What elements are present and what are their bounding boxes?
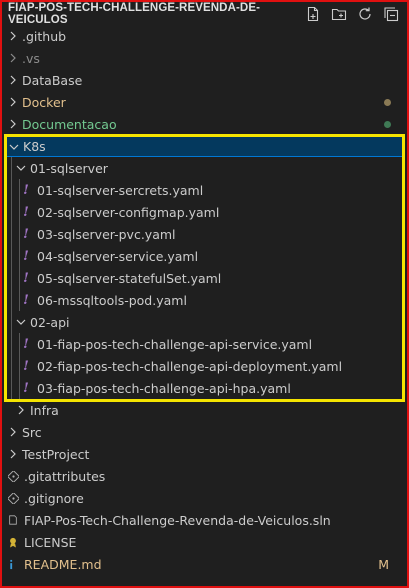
new-folder-button[interactable] <box>329 4 349 24</box>
tree-label: 01-sqlserver-sercrets.yaml <box>37 182 204 198</box>
tree-label: 01-fiap-pos-tech-challenge-api-service.y… <box>37 336 313 352</box>
tree-file-yaml[interactable]: ! 03-sqlserver-pvc.yaml <box>2 223 407 245</box>
explorer-header: FIAP-POS-TECH-CHALLENGE-REVENDA-DE-VEICU… <box>8 0 403 28</box>
tree-label: Src <box>22 424 42 440</box>
tree-label: LICENSE <box>24 534 77 550</box>
chevron-right-icon <box>8 31 18 41</box>
yaml-file-icon: ! <box>23 248 29 264</box>
info-file-icon <box>6 559 20 570</box>
tree-folder-documentacao[interactable]: Documentacao <box>2 113 407 135</box>
tree-file-yaml[interactable]: ! 06-mssqltools-pod.yaml <box>2 289 407 311</box>
tree-file-gitattributes[interactable]: .gitattributes <box>2 465 407 487</box>
yaml-file-icon: ! <box>23 358 29 374</box>
tree-label: 02-sqlserver-configmap.yaml <box>37 204 220 220</box>
license-file-icon <box>6 536 20 549</box>
tree-label: FIAP-Pos-Tech-Challenge-Revenda-de-Veicu… <box>24 512 331 528</box>
yaml-file-icon: ! <box>23 336 29 352</box>
tree-file-yaml[interactable]: ! 03-fiap-pos-tech-challenge-api-hpa.yam… <box>2 377 407 399</box>
tree-label: README.md <box>24 556 102 572</box>
yaml-file-icon: ! <box>23 270 29 286</box>
yaml-file-icon: ! <box>23 204 29 220</box>
modified-dot <box>384 98 391 106</box>
tree-folder-sqlserver[interactable]: 01-sqlserver <box>2 157 407 179</box>
new-file-button[interactable] <box>303 4 323 24</box>
explorer-actions <box>303 4 401 24</box>
tree-label: 02-api <box>30 314 70 330</box>
yaml-file-icon: ! <box>23 226 29 242</box>
tree-label: .gitignore <box>24 490 84 506</box>
tree-file-yaml[interactable]: ! 01-sqlserver-sercrets.yaml <box>2 179 407 201</box>
tree-label: 05-sqlserver-statefulSet.yaml <box>37 270 222 286</box>
tree-label: DataBase <box>22 72 83 88</box>
chevron-right-icon <box>8 53 18 63</box>
tree-folder-docker[interactable]: Docker <box>2 91 407 113</box>
tree-folder-vs[interactable]: .vs <box>2 47 407 69</box>
tree-file-yaml[interactable]: ! 05-sqlserver-statefulSet.yaml <box>2 267 407 289</box>
yaml-file-icon: ! <box>23 380 29 396</box>
tree-label: 02-fiap-pos-tech-challenge-api-deploymen… <box>37 358 343 374</box>
tree-label: 01-sqlserver <box>30 160 108 176</box>
tree-folder-testproject[interactable]: TestProject <box>2 443 407 465</box>
chevron-right-icon <box>8 449 18 459</box>
tree-label: Docker <box>22 94 66 110</box>
solution-file-icon <box>6 514 20 526</box>
tree-label: TestProject <box>22 446 90 462</box>
chevron-down-icon <box>16 317 26 327</box>
tree-file-license[interactable]: LICENSE <box>2 531 407 553</box>
tree-folder-k8s[interactable]: K8s <box>6 136 403 157</box>
tree-label: 03-fiap-pos-tech-challenge-api-hpa.yaml <box>37 380 291 396</box>
tree-label: .gitattributes <box>24 468 106 484</box>
tree-file-yaml[interactable]: ! 01-fiap-pos-tech-challenge-api-service… <box>2 333 407 355</box>
chevron-right-icon <box>16 405 26 415</box>
tree-label: Documentacao <box>22 116 117 132</box>
tree-label: Infra <box>30 402 59 418</box>
tree-file-readme[interactable]: README.md M <box>2 553 407 575</box>
git-file-icon <box>6 492 20 504</box>
tree-label: K8s <box>23 139 46 154</box>
chevron-down-icon <box>16 163 26 173</box>
tree-file-sln[interactable]: FIAP-Pos-Tech-Challenge-Revenda-de-Veicu… <box>2 509 407 531</box>
tree-file-gitignore[interactable]: .gitignore <box>2 487 407 509</box>
explorer-title: FIAP-POS-TECH-CHALLENGE-REVENDA-DE-VEICU… <box>8 2 261 26</box>
tree-folder-github[interactable]: .github <box>2 25 407 47</box>
tree-folder-src[interactable]: Src <box>2 421 407 443</box>
tree-folder-database[interactable]: DataBase <box>2 69 407 91</box>
tree-folder-infra[interactable]: Infra <box>2 399 407 421</box>
refresh-button[interactable] <box>355 4 375 24</box>
chevron-right-icon <box>8 75 18 85</box>
tree-label: 03-sqlserver-pvc.yaml <box>37 226 176 242</box>
yaml-file-icon: ! <box>23 182 29 198</box>
refresh-icon <box>359 7 371 20</box>
tree-label: .vs <box>22 50 40 66</box>
tree-folder-api[interactable]: 02-api <box>2 311 407 333</box>
collapse-all-button[interactable] <box>381 4 401 24</box>
tree-file-yaml[interactable]: ! 04-sqlserver-service.yaml <box>2 245 407 267</box>
untracked-dot <box>384 120 391 128</box>
tree-label: 04-sqlserver-service.yaml <box>37 248 199 264</box>
tree-label: 06-mssqltools-pod.yaml <box>37 292 187 308</box>
tree-label: .github <box>22 28 67 44</box>
modified-badge: M <box>378 556 389 572</box>
chevron-down-icon <box>9 142 19 152</box>
chevron-right-icon <box>8 119 18 129</box>
chevron-right-icon <box>8 427 18 437</box>
tree-file-yaml[interactable]: ! 02-sqlserver-configmap.yaml <box>2 201 407 223</box>
collapse-all-icon <box>384 7 399 22</box>
new-folder-icon <box>331 8 347 21</box>
tree-file-yaml[interactable]: ! 02-fiap-pos-tech-challenge-api-deploym… <box>2 355 407 377</box>
git-file-icon <box>6 470 20 482</box>
chevron-right-icon <box>8 97 18 107</box>
new-file-icon <box>307 6 319 22</box>
yaml-file-icon: ! <box>23 292 29 308</box>
